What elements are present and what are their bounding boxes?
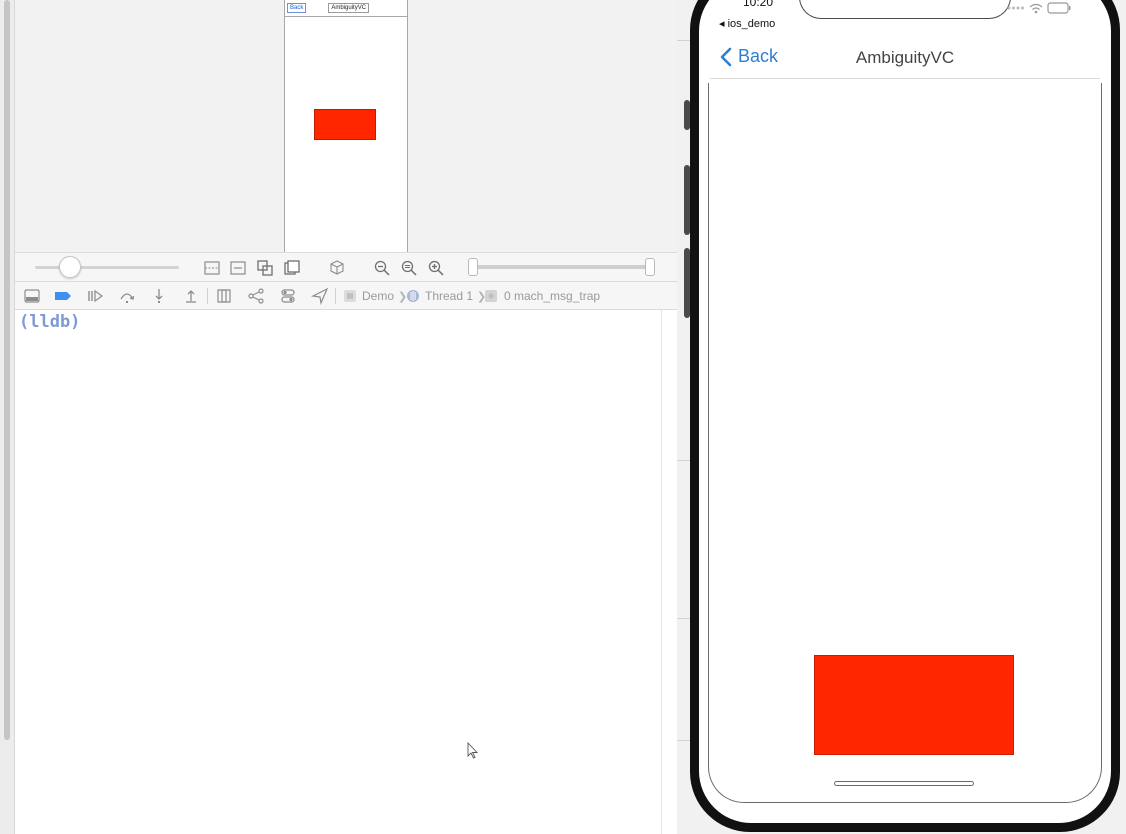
view-hierarchy-device-preview[interactable]: Back AmbiguityVC: [284, 0, 408, 252]
lldb-console[interactable]: (lldb): [15, 310, 677, 834]
breadcrumb-item-demo[interactable]: Demo ❯: [343, 287, 407, 305]
mouse-cursor-icon: [467, 742, 479, 759]
nav-title: AmbiguityVC: [855, 48, 955, 67]
memory-graph-icon[interactable]: [247, 287, 265, 305]
thread-icon: [407, 290, 419, 302]
wifi-icon: [1029, 3, 1043, 13]
environment-overrides-icon[interactable]: [279, 287, 297, 305]
view-controller-content: [708, 83, 1102, 803]
breakpoints-toggle-icon[interactable]: [54, 287, 72, 305]
step-out-icon[interactable]: [182, 287, 200, 305]
mini-red-view[interactable]: [314, 109, 376, 140]
debug-bar-separator: [207, 288, 208, 304]
red-view[interactable]: [814, 655, 1014, 755]
mini-navigation-bar[interactable]: Back AmbiguityVC: [285, 0, 407, 17]
console-pane-divider[interactable]: [661, 310, 662, 834]
debug-view-hierarchy-icon[interactable]: [215, 287, 233, 305]
battery-icon: [1047, 2, 1071, 14]
zoom-actual-size-icon[interactable]: [400, 259, 418, 277]
step-over-icon[interactable]: [118, 287, 136, 305]
status-bar-time: 10:20: [743, 0, 774, 9]
left-gutter: [0, 0, 15, 834]
breadcrumb-label: Demo: [362, 289, 395, 303]
hide-debug-area-icon[interactable]: [23, 287, 41, 305]
screen: Back AmbiguityVC Demo ❯ Thread 1 ❯ 0 mac…: [0, 0, 1126, 834]
simulator-screen[interactable]: 10:20 ◂ ios_demo Back AmbiguityVC: [699, 0, 1111, 823]
mini-nav-title[interactable]: AmbiguityVC: [328, 2, 370, 13]
status-bar-back-to-app[interactable]: ◂ ios_demo: [719, 17, 775, 30]
breadcrumb-item-frame[interactable]: 0 mach_msg_trap: [484, 287, 600, 305]
continue-icon[interactable]: [86, 287, 104, 305]
depth-range-start-handle[interactable]: [468, 258, 478, 276]
show-clipped-content-icon[interactable]: [203, 259, 221, 277]
zoom-out-icon[interactable]: [373, 259, 391, 277]
vertical-scrollbar[interactable]: [4, 0, 10, 740]
cellular-signal-icon: [1007, 6, 1024, 10]
navigation-bar: Back AmbiguityVC: [710, 37, 1100, 79]
breadcrumb-label: Thread 1: [425, 289, 474, 303]
app-target-icon: [344, 290, 356, 302]
debug-bar: Demo ❯ Thread 1 ❯ 0 mach_msg_trap: [15, 282, 677, 310]
view-debugger-canvas[interactable]: Back AmbiguityVC: [15, 0, 677, 252]
device-notch: [799, 0, 1011, 19]
status-bar-icons: [1007, 2, 1071, 14]
stack-frame-icon: [485, 290, 497, 302]
lldb-prompt: (lldb): [19, 312, 81, 332]
orient-3d-icon[interactable]: [328, 259, 346, 277]
simulate-location-icon[interactable]: [311, 287, 329, 305]
home-indicator[interactable]: [834, 781, 974, 786]
wireframe-icon[interactable]: [256, 259, 274, 277]
step-into-icon[interactable]: [150, 287, 168, 305]
depth-range-end-handle[interactable]: [645, 258, 655, 276]
contents-icon[interactable]: [283, 259, 301, 277]
spacing-slider-knob[interactable]: [59, 256, 81, 278]
depth-range-track[interactable]: [473, 265, 653, 269]
debug-bar-separator: [335, 288, 336, 304]
iphone-simulator: 10:20 ◂ ios_demo Back AmbiguityVC: [690, 0, 1120, 832]
breadcrumb-item-thread[interactable]: Thread 1 ❯: [406, 287, 486, 305]
spacing-slider-track[interactable]: [35, 266, 179, 269]
show-constraints-icon[interactable]: [229, 259, 247, 277]
zoom-in-icon[interactable]: [427, 259, 445, 277]
mini-back-button[interactable]: Back: [287, 2, 307, 13]
breadcrumb-label: 0 mach_msg_trap: [504, 289, 601, 303]
view-debugger-toolbar: [15, 252, 677, 282]
